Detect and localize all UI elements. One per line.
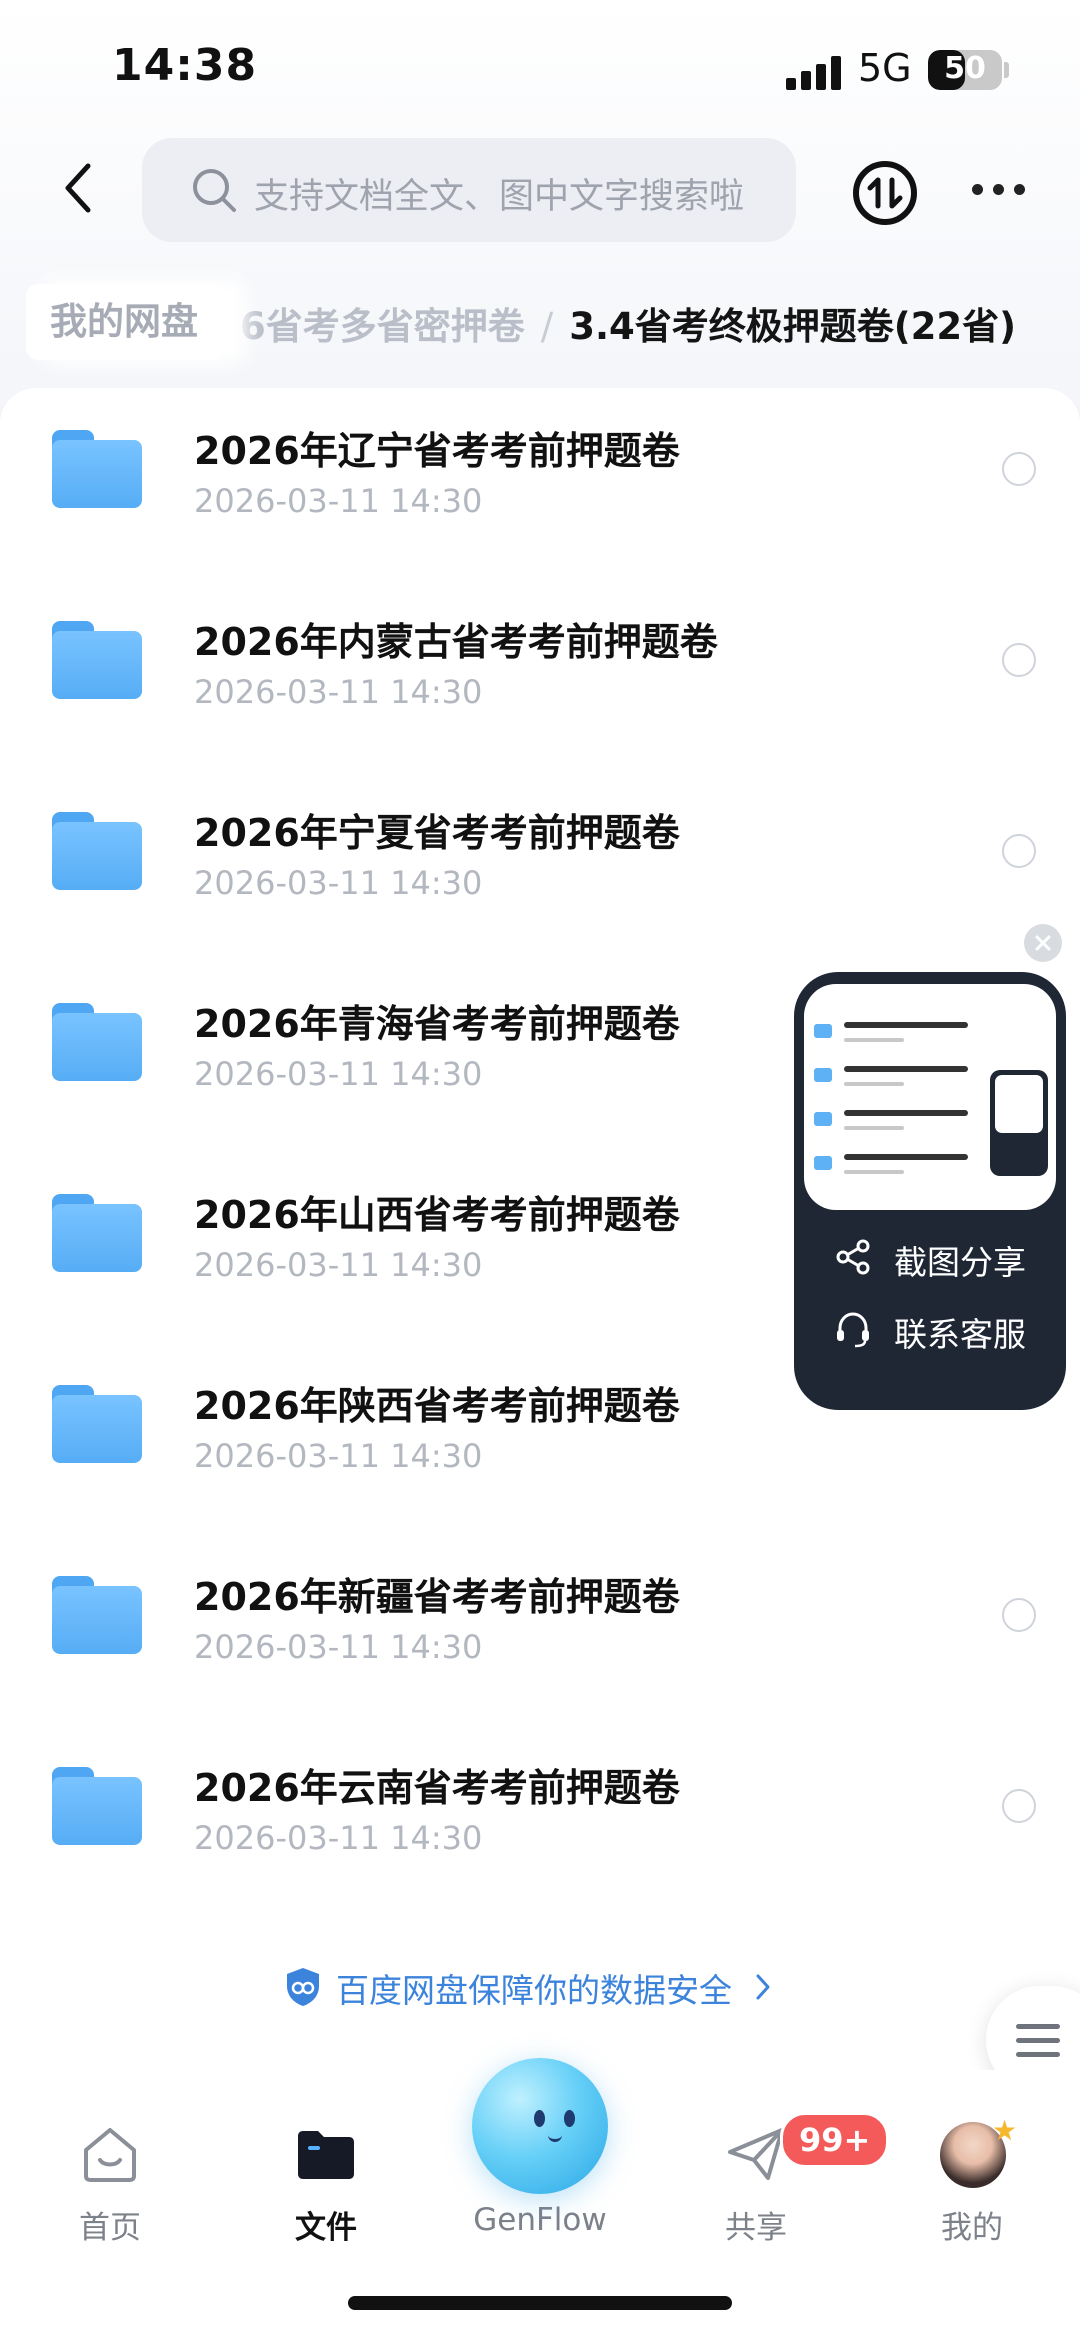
screenshot-thumbnail[interactable] bbox=[804, 984, 1056, 1210]
folder-filled-icon bbox=[298, 2131, 354, 2179]
file-name: 2026年山西省考考前押题卷 bbox=[194, 1193, 680, 1237]
file-row[interactable]: 2026年新疆省考考前押题卷 2026-03-11 14:30 bbox=[0, 1546, 1080, 1736]
tab-home-label: 首页 bbox=[79, 2210, 141, 2246]
folder-icon bbox=[52, 1576, 142, 1654]
folder-icon bbox=[52, 1003, 142, 1081]
share-icon bbox=[836, 1239, 870, 1275]
breadcrumb-parent[interactable]: 6省考多省密押卷 bbox=[240, 305, 525, 348]
tab-genflow-label: GenFlow bbox=[473, 2202, 607, 2238]
transfer-icon[interactable] bbox=[852, 160, 918, 226]
search-placeholder: 支持文档全文、图中文字搜索啦 bbox=[254, 177, 745, 217]
status-time: 14:38 bbox=[112, 40, 258, 91]
share-badge: 99+ bbox=[780, 2112, 890, 2168]
file-row[interactable]: 2026年内蒙古省考考前押题卷 2026-03-11 14:30 bbox=[0, 591, 1080, 781]
tab-share[interactable]: 共享 bbox=[676, 2070, 836, 2270]
close-icon[interactable] bbox=[1024, 924, 1062, 962]
thumbnail-row bbox=[814, 1020, 1046, 1056]
back-arrow-icon[interactable] bbox=[58, 160, 98, 216]
tab-me-label: 我的 bbox=[941, 2210, 1003, 2246]
file-row[interactable]: 2026年宁夏省考考前押题卷 2026-03-11 14:30 bbox=[0, 782, 1080, 972]
select-checkbox[interactable] bbox=[1002, 1598, 1036, 1632]
file-name: 2026年辽宁省考考前押题卷 bbox=[194, 429, 680, 473]
file-name: 2026年宁夏省考考前押题卷 bbox=[194, 811, 680, 855]
home-icon bbox=[84, 2128, 136, 2182]
signal-icon bbox=[786, 56, 842, 90]
select-checkbox[interactable] bbox=[1002, 643, 1036, 677]
file-date: 2026-03-11 14:30 bbox=[194, 673, 483, 711]
file-name: 2026年新疆省考考前押题卷 bbox=[194, 1575, 680, 1619]
tab-files-label: 文件 bbox=[295, 2210, 357, 2246]
network-type: 5G bbox=[858, 46, 912, 90]
screenshot-panel: 截图分享 联系客服 bbox=[794, 972, 1066, 1410]
screenshot-share-button[interactable]: 截图分享 bbox=[794, 1226, 1066, 1286]
folder-icon bbox=[52, 1385, 142, 1463]
tab-home[interactable]: 首页 bbox=[30, 2070, 190, 2270]
share-label: 截图分享 bbox=[894, 1243, 1026, 1282]
search-input[interactable]: 支持文档全文、图中文字搜索啦 bbox=[142, 138, 796, 242]
file-name: 2026年内蒙古省考考前押题卷 bbox=[194, 620, 718, 664]
file-date: 2026-03-11 14:30 bbox=[194, 482, 483, 520]
orb-mouth bbox=[548, 2132, 562, 2142]
file-name: 2026年云南省考考前押题卷 bbox=[194, 1766, 680, 1810]
folder-icon bbox=[52, 430, 142, 508]
home-indicator bbox=[348, 2296, 732, 2310]
folder-icon bbox=[52, 1767, 142, 1845]
select-checkbox[interactable] bbox=[1002, 834, 1036, 868]
file-date: 2026-03-11 14:30 bbox=[194, 1055, 483, 1093]
folder-icon bbox=[52, 1194, 142, 1272]
select-checkbox[interactable] bbox=[1002, 452, 1036, 486]
file-date: 2026-03-11 14:30 bbox=[194, 1437, 483, 1475]
folder-icon bbox=[52, 621, 142, 699]
breadcrumb-separator: / bbox=[540, 305, 554, 348]
crown-icon: ★ bbox=[992, 2114, 1018, 2147]
file-date: 2026-03-11 14:30 bbox=[194, 1819, 483, 1857]
file-date: 2026-03-11 14:30 bbox=[194, 1628, 483, 1666]
file-name: 2026年青海省考考前押题卷 bbox=[194, 1002, 680, 1046]
breadcrumb-current: 3.4省考终极押题卷(22省) bbox=[569, 305, 1017, 348]
orb-eye-right bbox=[564, 2110, 575, 2127]
battery-icon: 50 bbox=[928, 50, 1002, 90]
contact-support-button[interactable]: 联系客服 bbox=[794, 1298, 1066, 1358]
security-text: 百度网盘保障你的数据安全 bbox=[336, 1971, 732, 2010]
thumbnail-mini-panel bbox=[990, 1070, 1048, 1176]
orb-eye-left bbox=[534, 2110, 545, 2127]
file-date: 2026-03-11 14:30 bbox=[194, 1246, 483, 1284]
breadcrumb: 6省考多省密押卷 / 3.4省考终极押题卷(22省) bbox=[240, 296, 1016, 350]
file-date: 2026-03-11 14:30 bbox=[194, 864, 483, 902]
battery-tip bbox=[1004, 62, 1009, 78]
file-row[interactable]: 2026年云南省考考前押题卷 2026-03-11 14:30 bbox=[0, 1737, 1080, 1927]
select-checkbox[interactable] bbox=[1002, 1789, 1036, 1823]
shield-icon bbox=[287, 1968, 319, 2006]
search-icon bbox=[193, 169, 236, 212]
folder-icon bbox=[52, 812, 142, 890]
battery-level: 50 bbox=[944, 51, 986, 86]
breadcrumb-home[interactable]: 我的网盘 bbox=[26, 284, 222, 360]
more-icon[interactable] bbox=[970, 170, 1028, 210]
headset-icon bbox=[837, 1312, 869, 1348]
genflow-orb-icon[interactable] bbox=[472, 2058, 608, 2194]
close-glyph bbox=[1035, 935, 1051, 951]
file-row[interactable]: 2026年辽宁省考考前押题卷 2026-03-11 14:30 bbox=[0, 400, 1080, 590]
support-label: 联系客服 bbox=[894, 1315, 1026, 1354]
chevron-right-icon bbox=[756, 1974, 770, 2000]
tab-share-label: 共享 bbox=[725, 2210, 787, 2246]
paper-plane-icon bbox=[728, 2128, 784, 2180]
file-name: 2026年陕西省考考前押题卷 bbox=[194, 1384, 680, 1428]
tab-files[interactable]: 文件 bbox=[246, 2070, 406, 2270]
